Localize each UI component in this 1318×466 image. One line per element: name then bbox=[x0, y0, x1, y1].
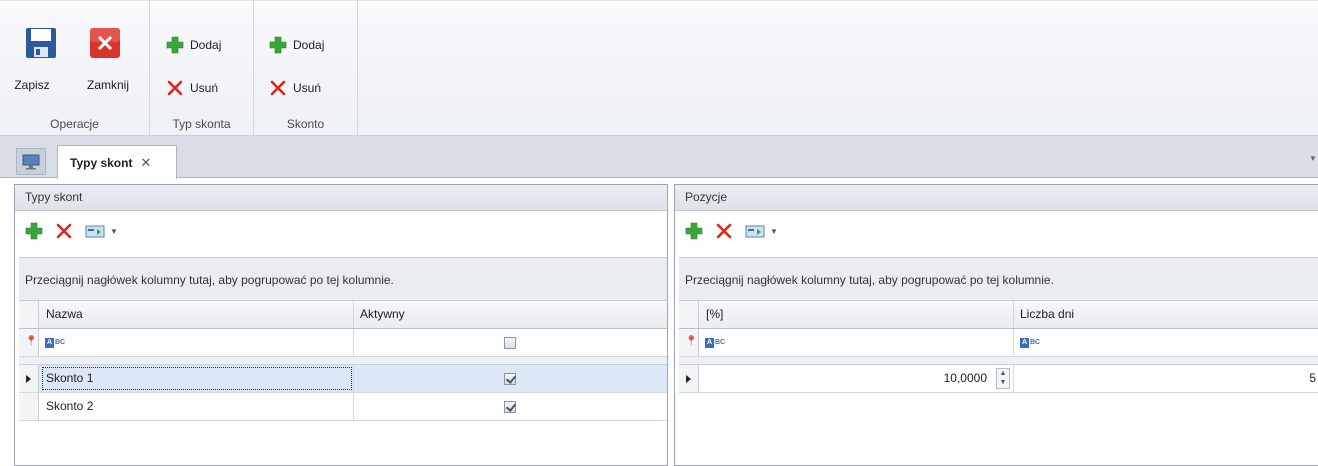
text-filter-icon: A BC bbox=[705, 338, 726, 348]
left-panel-toolbar: ▼ bbox=[25, 218, 118, 244]
table-row[interactable]: Skonto 1 bbox=[19, 365, 667, 393]
filter-pin-icon: 📍 bbox=[25, 336, 38, 347]
view-options-button[interactable]: ▼ bbox=[745, 223, 778, 239]
filter-checkbox[interactable] bbox=[504, 337, 516, 349]
filter-cell-liczba-dni[interactable]: A BC bbox=[1014, 329, 1318, 356]
cell-procent[interactable]: 10,0000 ▲ ▼ bbox=[700, 365, 1014, 392]
row-indicator: 📍 bbox=[19, 329, 39, 356]
filter-row: 📍 A BC bbox=[19, 329, 667, 357]
remove-typ-skonta-button[interactable]: Usuń bbox=[166, 77, 218, 99]
monitor-icon bbox=[22, 154, 40, 170]
cell-nazwa[interactable]: Skonto 2 bbox=[40, 393, 354, 420]
row-indicator bbox=[19, 365, 39, 392]
plus-icon bbox=[166, 36, 184, 54]
aktywny-checkbox[interactable] bbox=[504, 401, 516, 413]
right-panel-title: Pozycje bbox=[675, 185, 1318, 211]
table-row[interactable]: Skonto 2 bbox=[19, 393, 667, 421]
add-skonto-label: Dodaj bbox=[293, 38, 325, 52]
right-panel-toolbar: ▼ bbox=[685, 218, 778, 244]
save-button-label: Zapisz bbox=[14, 78, 50, 92]
plus-icon bbox=[269, 36, 287, 54]
tab-list-dropdown-icon[interactable]: ▼ bbox=[1309, 154, 1317, 163]
cell-liczba-dni[interactable]: 5 bbox=[1014, 365, 1318, 392]
delete-x-icon bbox=[270, 80, 286, 96]
group-by-panel[interactable]: Przeciągnij nagłówek kolumny tutaj, aby … bbox=[679, 257, 1318, 301]
group-label-typ-skonta: Typ skonta bbox=[172, 117, 231, 131]
row-indicator: 📍 bbox=[679, 329, 699, 356]
grid-header-row: [%] Liczba dni bbox=[679, 301, 1318, 329]
tab-close-icon[interactable]: ✕ bbox=[140, 155, 151, 171]
filter-row: 📍 A BC A BC bbox=[679, 329, 1318, 357]
add-typ-skonta-label: Dodaj bbox=[190, 38, 222, 52]
add-typ-skonta-button[interactable]: Dodaj bbox=[166, 34, 221, 56]
row-indicator bbox=[19, 393, 39, 420]
tab-typy-skont-label: Typy skont bbox=[70, 155, 133, 170]
column-header-liczba-dni[interactable]: Liczba dni bbox=[1014, 301, 1318, 328]
column-header-procent[interactable]: [%] bbox=[700, 301, 1014, 328]
cell-aktywny[interactable] bbox=[354, 365, 669, 392]
grid-header-row: Nazwa Aktywny bbox=[19, 301, 667, 329]
document-tab-bar bbox=[0, 136, 1318, 178]
group-label-operacje: Operacje bbox=[50, 117, 99, 131]
delete-x-icon bbox=[167, 80, 183, 96]
remove-skonto-button[interactable]: Usuń bbox=[269, 77, 321, 99]
view-options-button[interactable]: ▼ bbox=[85, 223, 118, 239]
liczba-dni-value: 5 bbox=[1309, 371, 1316, 385]
grid-view-icon bbox=[85, 225, 105, 238]
aktywny-checkbox[interactable] bbox=[504, 373, 516, 385]
filter-cell-aktywny[interactable] bbox=[354, 329, 669, 356]
delete-icon[interactable] bbox=[55, 222, 73, 240]
row-indicator bbox=[679, 301, 699, 328]
filter-pin-icon: 📍 bbox=[685, 336, 698, 347]
text-filter-icon: A BC bbox=[45, 338, 66, 348]
table-row[interactable]: 10,0000 ▲ ▼ 5 bbox=[679, 365, 1318, 393]
floppy-disk-icon bbox=[26, 28, 56, 58]
filter-cell-nazwa[interactable]: A BC bbox=[40, 329, 354, 356]
add-skonto-button[interactable]: Dodaj bbox=[269, 34, 324, 56]
delete-icon[interactable] bbox=[715, 222, 733, 240]
chevron-down-icon: ▼ bbox=[770, 226, 778, 236]
grid-view-icon bbox=[745, 225, 765, 238]
grid-separator bbox=[679, 357, 1318, 365]
tab-typy-skont[interactable]: Typy skont ✕ bbox=[57, 145, 177, 179]
close-button-label: Zamknij bbox=[86, 78, 129, 92]
close-button[interactable]: Zamknij bbox=[82, 23, 142, 95]
cell-nazwa[interactable]: Skonto 1 bbox=[40, 365, 354, 392]
procent-value: 10,0000 bbox=[943, 371, 987, 385]
column-header-aktywny[interactable]: Aktywny bbox=[354, 301, 669, 328]
row-indicator bbox=[679, 365, 699, 392]
chevron-down-icon: ▼ bbox=[110, 226, 118, 236]
desktop-tab-button[interactable] bbox=[16, 148, 46, 175]
column-header-nazwa[interactable]: Nazwa bbox=[40, 301, 354, 328]
ribbon-group-skonto: Dodaj Usuń Skonto bbox=[254, 1, 358, 136]
remove-typ-skonta-label: Usuń bbox=[190, 81, 219, 95]
group-label-skonto: Skonto bbox=[286, 117, 325, 131]
add-icon[interactable] bbox=[25, 222, 43, 240]
current-row-arrow-icon bbox=[686, 375, 691, 383]
add-icon[interactable] bbox=[685, 222, 703, 240]
save-button[interactable]: Zapisz bbox=[14, 23, 74, 95]
close-icon bbox=[90, 28, 120, 58]
filter-cell-procent[interactable]: A BC bbox=[700, 329, 1014, 356]
left-panel-typy-skont: Typy skont ▼ Przeciągnij nagłówek kolumn… bbox=[14, 184, 668, 466]
spin-button[interactable]: ▲ ▼ bbox=[996, 368, 1010, 389]
text-filter-icon: A BC bbox=[1020, 338, 1041, 348]
grid-separator bbox=[19, 357, 667, 365]
ribbon-group-typ-skonta: Dodaj Usuń Typ skonta bbox=[150, 1, 254, 136]
cell-aktywny[interactable] bbox=[354, 393, 669, 420]
right-panel-pozycje: Pozycje ▼ Przeciągnij nagłówek kolumny t… bbox=[674, 184, 1318, 466]
current-row-arrow-icon bbox=[26, 375, 31, 383]
ribbon: Zapisz Zamknij Operacje Dodaj Usuń Typ s… bbox=[0, 0, 1318, 136]
ribbon-group-operacje: Zapisz Zamknij Operacje bbox=[0, 1, 150, 136]
remove-skonto-label: Usuń bbox=[293, 81, 322, 95]
left-panel-title: Typy skont bbox=[15, 185, 667, 211]
group-by-panel[interactable]: Przeciągnij nagłówek kolumny tutaj, aby … bbox=[19, 257, 667, 301]
row-indicator bbox=[19, 301, 39, 328]
